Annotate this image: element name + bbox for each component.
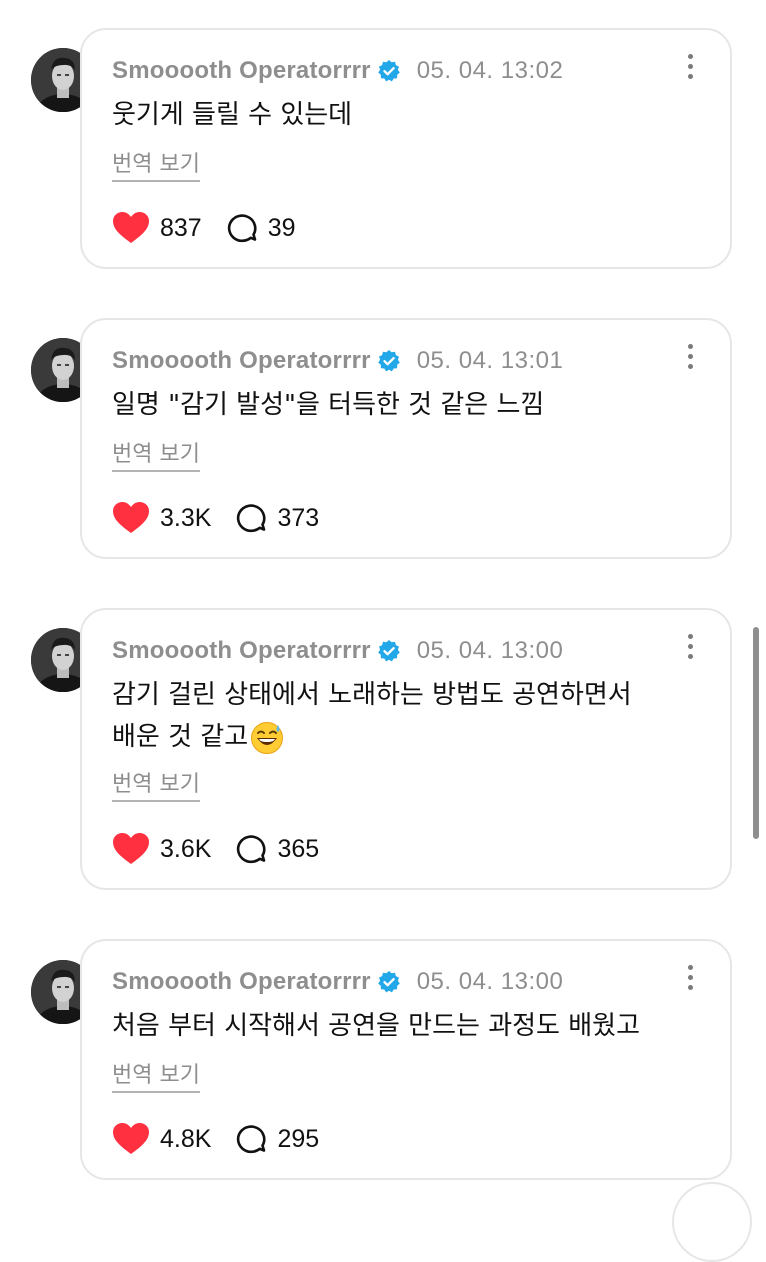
post-text-line: 배운 것 같고 bbox=[112, 716, 632, 758]
like-button[interactable]: 3.3K bbox=[112, 501, 211, 535]
floating-button[interactable] bbox=[672, 1182, 752, 1262]
reply-bubble-icon bbox=[237, 1125, 266, 1154]
reply-bubble-icon bbox=[237, 835, 266, 864]
post-text-line: 감기 걸린 상태에서 노래하는 방법도 공연하면서 bbox=[112, 680, 632, 710]
author-name[interactable]: Smooooth Operatorrrr bbox=[112, 347, 371, 375]
more-vertical-icon[interactable] bbox=[684, 54, 696, 84]
scrollbar[interactable] bbox=[753, 627, 759, 839]
reply-count: 373 bbox=[277, 503, 320, 532]
like-button[interactable]: 4.8K bbox=[112, 1122, 211, 1156]
post-timestamp: 05. 04. 13:02 bbox=[416, 57, 564, 84]
reply-bubble-icon bbox=[237, 504, 266, 533]
post-actions: 3.3K 373 bbox=[112, 501, 319, 535]
post-actions: 3.6K 365 bbox=[112, 832, 319, 866]
verified-badge-icon bbox=[377, 640, 400, 662]
like-count: 3.6K bbox=[160, 834, 212, 863]
reply-count: 295 bbox=[277, 1124, 320, 1153]
heart-icon bbox=[113, 1123, 149, 1154]
post-text: 일명 "감기 발성"을 터득한 것 같은 느낌 bbox=[112, 384, 544, 426]
like-count: 3.3K bbox=[160, 503, 212, 532]
reply-count: 365 bbox=[277, 834, 320, 863]
post-card: Smooooth Operatorrrr 05. 04. 13:01 일명 "감… bbox=[80, 318, 732, 559]
like-button[interactable]: 3.6K bbox=[112, 832, 211, 866]
post-card: Smooooth Operatorrrr 05. 04. 13:02 웃기게 들… bbox=[80, 28, 732, 269]
like-button[interactable]: 837 bbox=[112, 211, 202, 245]
post-actions: 4.8K 295 bbox=[112, 1122, 319, 1156]
translate-link[interactable]: 번역 보기 bbox=[112, 766, 200, 802]
translate-link[interactable]: 번역 보기 bbox=[112, 146, 200, 182]
more-vertical-icon[interactable] bbox=[684, 965, 696, 995]
verified-badge-icon bbox=[377, 350, 400, 372]
post-header: Smooooth Operatorrrr 05. 04. 13:01 bbox=[112, 346, 563, 376]
author-name[interactable]: Smooooth Operatorrrr bbox=[112, 637, 371, 665]
post-timestamp: 05. 04. 13:00 bbox=[416, 637, 564, 664]
post-card: Smooooth Operatorrrr 05. 04. 13:00 처음 부터… bbox=[80, 939, 732, 1180]
post-text: 감기 걸린 상태에서 노래하는 방법도 공연하면서 배운 것 같고 bbox=[112, 674, 632, 758]
post-actions: 837 39 bbox=[112, 211, 296, 245]
author-name[interactable]: Smooooth Operatorrrr bbox=[112, 968, 371, 996]
translate-link[interactable]: 번역 보기 bbox=[112, 436, 200, 472]
like-count: 837 bbox=[160, 213, 202, 242]
post-timestamp: 05. 04. 13:00 bbox=[416, 968, 564, 995]
author-name[interactable]: Smooooth Operatorrrr bbox=[112, 57, 371, 85]
heart-icon bbox=[113, 212, 149, 243]
reply-button[interactable]: 365 bbox=[235, 833, 319, 865]
translate-link[interactable]: 번역 보기 bbox=[112, 1057, 200, 1093]
post-header: Smooooth Operatorrrr 05. 04. 13:00 bbox=[112, 967, 563, 997]
post-header: Smooooth Operatorrrr 05. 04. 13:02 bbox=[112, 56, 563, 86]
more-vertical-icon[interactable] bbox=[684, 344, 696, 374]
post-text-line: 처음 부터 시작해서 공연을 만드는 과정도 배웠고 bbox=[112, 1011, 640, 1041]
post-text-fragment: 배운 것 같고 bbox=[112, 722, 249, 752]
reply-button[interactable]: 373 bbox=[235, 502, 319, 534]
post-text-line: 일명 "감기 발성"을 터득한 것 같은 느낌 bbox=[112, 390, 545, 420]
heart-icon bbox=[113, 502, 149, 533]
heart-icon bbox=[113, 833, 149, 864]
reply-count: 39 bbox=[267, 213, 296, 242]
like-count: 4.8K bbox=[160, 1124, 212, 1153]
grinning-face-with-sweat-emoji bbox=[251, 721, 284, 754]
more-vertical-icon[interactable] bbox=[684, 634, 696, 664]
post-text-line: 웃기게 들릴 수 있는데 bbox=[112, 100, 353, 130]
reply-bubble-icon bbox=[227, 214, 257, 243]
post-text: 처음 부터 시작해서 공연을 만드는 과정도 배웠고 bbox=[112, 1005, 640, 1047]
post-timestamp: 05. 04. 13:01 bbox=[416, 347, 564, 374]
verified-badge-icon bbox=[377, 971, 400, 993]
reply-button[interactable]: 295 bbox=[235, 1123, 319, 1155]
post-header: Smooooth Operatorrrr 05. 04. 13:00 bbox=[112, 636, 563, 666]
post-card: Smooooth Operatorrrr 05. 04. 13:00 감기 걸린… bbox=[80, 608, 732, 890]
post-text: 웃기게 들릴 수 있는데 bbox=[112, 94, 352, 136]
verified-badge-icon bbox=[377, 60, 400, 82]
reply-button[interactable]: 39 bbox=[226, 212, 296, 244]
